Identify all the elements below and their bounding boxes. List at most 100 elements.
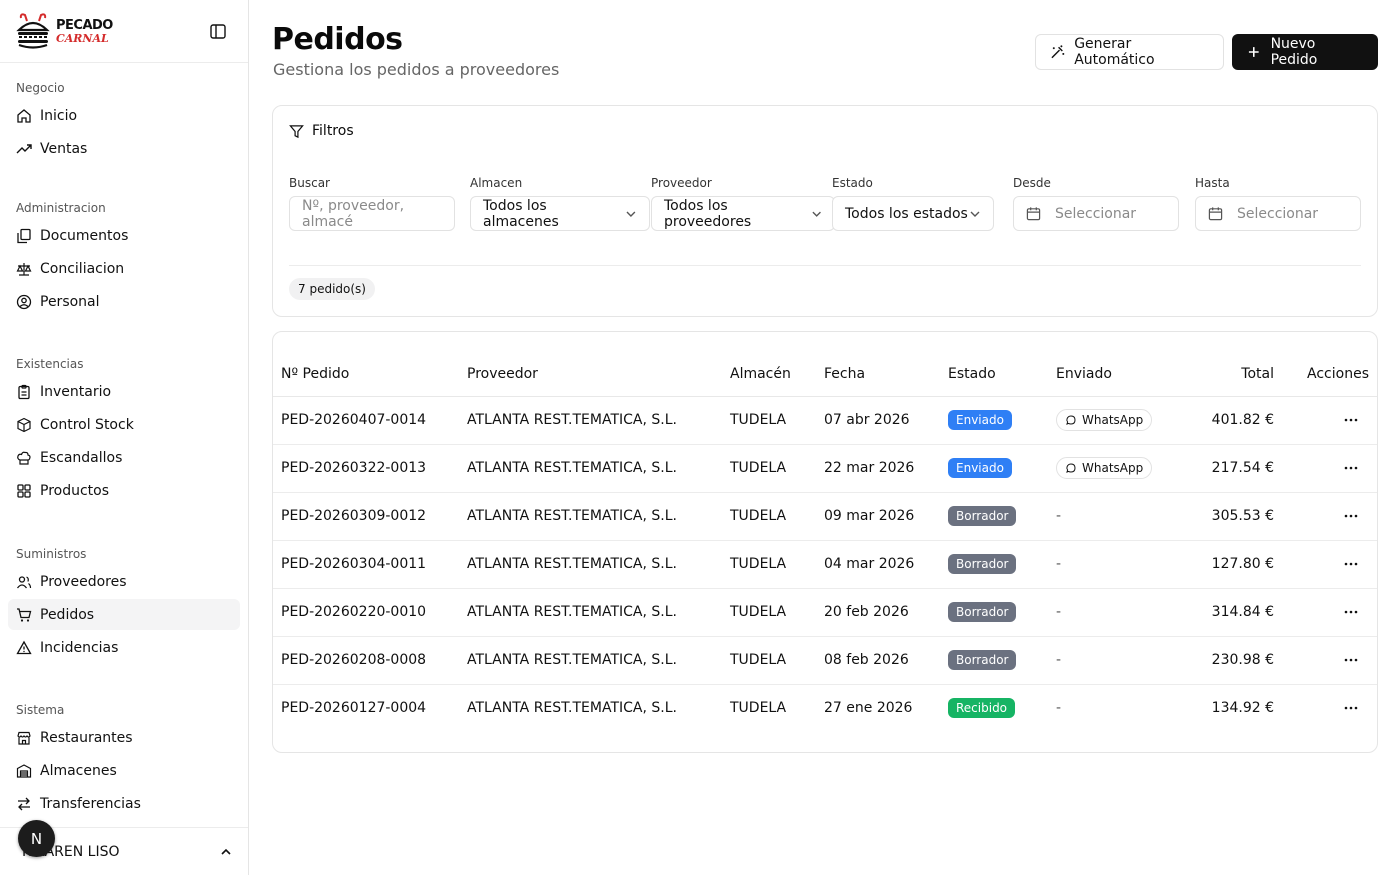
sidebar-item-transferencias[interactable]: Transferencias bbox=[8, 788, 240, 819]
row-actions-button[interactable] bbox=[1290, 652, 1369, 668]
order-total: 134.92 € bbox=[1211, 700, 1274, 717]
sidebar-item-productos[interactable]: Productos bbox=[8, 475, 240, 506]
hasta-label: Hasta bbox=[1195, 176, 1230, 190]
table-row[interactable]: PED-20260127-0004 ATLANTA REST.TEMATICA, … bbox=[273, 684, 1377, 732]
status-badge: Borrador bbox=[948, 506, 1017, 526]
floating-avatar[interactable]: N bbox=[18, 820, 55, 857]
sidebar-item-personal[interactable]: Personal bbox=[8, 286, 240, 317]
sidebar-item-inventario[interactable]: Inventario bbox=[8, 376, 240, 407]
table-row[interactable]: PED-20260309-0012 ATLANTA REST.TEMATICA, … bbox=[273, 492, 1377, 541]
sidebar-item-documentos[interactable]: Documentos bbox=[8, 220, 240, 251]
sidebar-item-conciliacion[interactable]: Conciliacion bbox=[8, 253, 240, 284]
order-number[interactable]: PED-20260220-0010 bbox=[273, 588, 459, 637]
users-icon bbox=[16, 575, 32, 588]
search-label: Buscar bbox=[289, 176, 330, 190]
order-number[interactable]: PED-20260304-0011 bbox=[273, 540, 459, 589]
table-row[interactable]: PED-20260304-0011 ATLANTA REST.TEMATICA, … bbox=[273, 540, 1377, 589]
sidebar-section-administracion: Administracion Documentos Conciliacion Pers… bbox=[0, 198, 248, 319]
warehouse-name: TUDELA bbox=[722, 540, 816, 589]
orders-table-body: PED-20260407-0014 ATLANTA REST.TEMATICA, … bbox=[273, 396, 1377, 732]
order-number[interactable]: PED-20260127-0004 bbox=[273, 684, 459, 732]
store-icon bbox=[17, 731, 31, 745]
more-horizontal-icon bbox=[1344, 610, 1358, 614]
row-actions-button[interactable] bbox=[1290, 604, 1369, 620]
status-badge: Recibido bbox=[948, 698, 1016, 719]
brand-name: PECADO bbox=[56, 17, 113, 33]
sidebar-item-label: Inventario bbox=[40, 383, 112, 400]
sidebar-item-control-stock[interactable]: Control Stock bbox=[8, 409, 240, 440]
arrows-swap-icon bbox=[18, 797, 30, 810]
hasta-date-picker[interactable]: Seleccionar bbox=[1195, 196, 1361, 231]
brand-logo[interactable]: PECADO CARNAL bbox=[16, 12, 113, 50]
sidebar-item-escandallos[interactable]: Escandallos bbox=[8, 442, 240, 473]
calendar-icon bbox=[1208, 207, 1223, 221]
sidebar-item-pedidos[interactable]: Pedidos bbox=[8, 599, 240, 630]
whatsapp-chip[interactable]: WhatsApp bbox=[1056, 409, 1153, 431]
sidebar-item-label: Productos bbox=[40, 482, 110, 499]
desde-date-picker[interactable]: Seleccionar bbox=[1013, 196, 1179, 231]
table-row[interactable]: PED-20260322-0013 ATLANTA REST.TEMATICA, … bbox=[273, 444, 1377, 493]
row-actions-button[interactable] bbox=[1290, 508, 1369, 524]
search-input[interactable]: Nº, proveedor, almacé bbox=[289, 196, 455, 231]
sidebar-item-ventas[interactable]: Ventas bbox=[8, 133, 240, 164]
warehouse-name: TUDELA bbox=[722, 636, 816, 685]
clipboard-icon bbox=[18, 384, 30, 399]
generate-auto-button[interactable]: Generar Automático bbox=[1035, 34, 1224, 70]
estado-select[interactable]: Todos los estados bbox=[832, 196, 994, 231]
sent-cell: - bbox=[1048, 684, 1174, 732]
col-header-fecha: Fecha bbox=[816, 352, 940, 397]
table-row[interactable]: PED-20260208-0008 ATLANTA REST.TEMATICA, … bbox=[273, 636, 1377, 685]
sidebar-item-incidencias[interactable]: Incidencias bbox=[8, 632, 240, 663]
sent-channel: - bbox=[1056, 700, 1062, 717]
orders-table-card: Nº Pedido Proveedor Almacén Fecha Estado… bbox=[272, 331, 1378, 753]
row-actions-button[interactable] bbox=[1290, 556, 1369, 572]
box-icon bbox=[17, 417, 31, 432]
order-date: 20 feb 2026 bbox=[816, 588, 940, 637]
sidebar-toggle-icon[interactable] bbox=[210, 24, 226, 39]
sidebar-item-almacenes[interactable]: Almacenes bbox=[8, 755, 240, 786]
order-count-badge: 7 pedido(s) bbox=[289, 278, 375, 300]
user-circle-icon bbox=[16, 294, 32, 309]
table-header-row: Nº Pedido Proveedor Almacén Fecha Estado… bbox=[273, 352, 1377, 397]
col-header-enviado: Enviado bbox=[1048, 352, 1174, 397]
sidebar-item-label: Conciliacion bbox=[40, 260, 125, 277]
burger-devil-logo-icon bbox=[16, 13, 50, 49]
cart-icon bbox=[17, 607, 32, 622]
order-number[interactable]: PED-20260322-0013 bbox=[273, 444, 459, 493]
supplier-name: ATLANTA REST.TEMATICA, S.L. bbox=[467, 700, 677, 717]
sidebar-item-label: Pedidos bbox=[40, 606, 95, 623]
almacen-value: Todos los almacenes bbox=[483, 197, 559, 230]
sidebar-section-label: Suministros bbox=[16, 547, 87, 561]
new-order-button[interactable]: Nuevo Pedido bbox=[1232, 34, 1378, 70]
status-cell: Enviado bbox=[940, 396, 1048, 445]
alert-triangle-icon bbox=[16, 640, 32, 654]
proveedor-select[interactable]: Todos los proveedores bbox=[651, 196, 835, 231]
chevron-up-icon[interactable] bbox=[220, 846, 232, 858]
status-badge: Borrador bbox=[948, 554, 1017, 574]
order-number[interactable]: PED-20260208-0008 bbox=[273, 636, 459, 685]
orders-table: Nº Pedido Proveedor Almacén Fecha Estado… bbox=[273, 352, 1377, 732]
sidebar-item-label: Restaurantes bbox=[40, 729, 133, 746]
generate-auto-label: Generar Automático bbox=[1074, 36, 1155, 68]
almacen-select[interactable]: Todos los almacenes bbox=[470, 196, 650, 231]
row-actions-button[interactable] bbox=[1290, 700, 1369, 716]
order-number[interactable]: PED-20260407-0014 bbox=[273, 396, 459, 445]
sidebar-section-sistema: Sistema Restaurantes Almacenes Transferenci… bbox=[0, 700, 248, 821]
col-header-almacen: Almacén bbox=[722, 352, 816, 397]
warehouse-name: TUDELA bbox=[722, 444, 816, 493]
sidebar-item-inicio[interactable]: Inicio bbox=[8, 100, 240, 131]
order-number[interactable]: PED-20260309-0012 bbox=[273, 492, 459, 541]
whatsapp-chip[interactable]: WhatsApp bbox=[1056, 457, 1153, 479]
proveedor-value: Todos los proveedores bbox=[664, 197, 752, 230]
grid-icon bbox=[17, 483, 31, 498]
scale-icon bbox=[16, 262, 32, 276]
row-actions-button[interactable] bbox=[1290, 460, 1369, 476]
row-actions-button[interactable] bbox=[1290, 412, 1369, 428]
sent-cell: - bbox=[1048, 636, 1174, 685]
table-row[interactable]: PED-20260220-0010 ATLANTA REST.TEMATICA, … bbox=[273, 588, 1377, 637]
sidebar-section-suministros: Suministros Proveedores Pedidos Incidencias bbox=[0, 544, 248, 665]
sidebar-item-label: Transferencias bbox=[40, 795, 141, 812]
sidebar-item-proveedores[interactable]: Proveedores bbox=[8, 566, 240, 597]
table-row[interactable]: PED-20260407-0014 ATLANTA REST.TEMATICA, … bbox=[273, 396, 1377, 445]
sidebar-item-restaurantes[interactable]: Restaurantes bbox=[8, 722, 240, 753]
